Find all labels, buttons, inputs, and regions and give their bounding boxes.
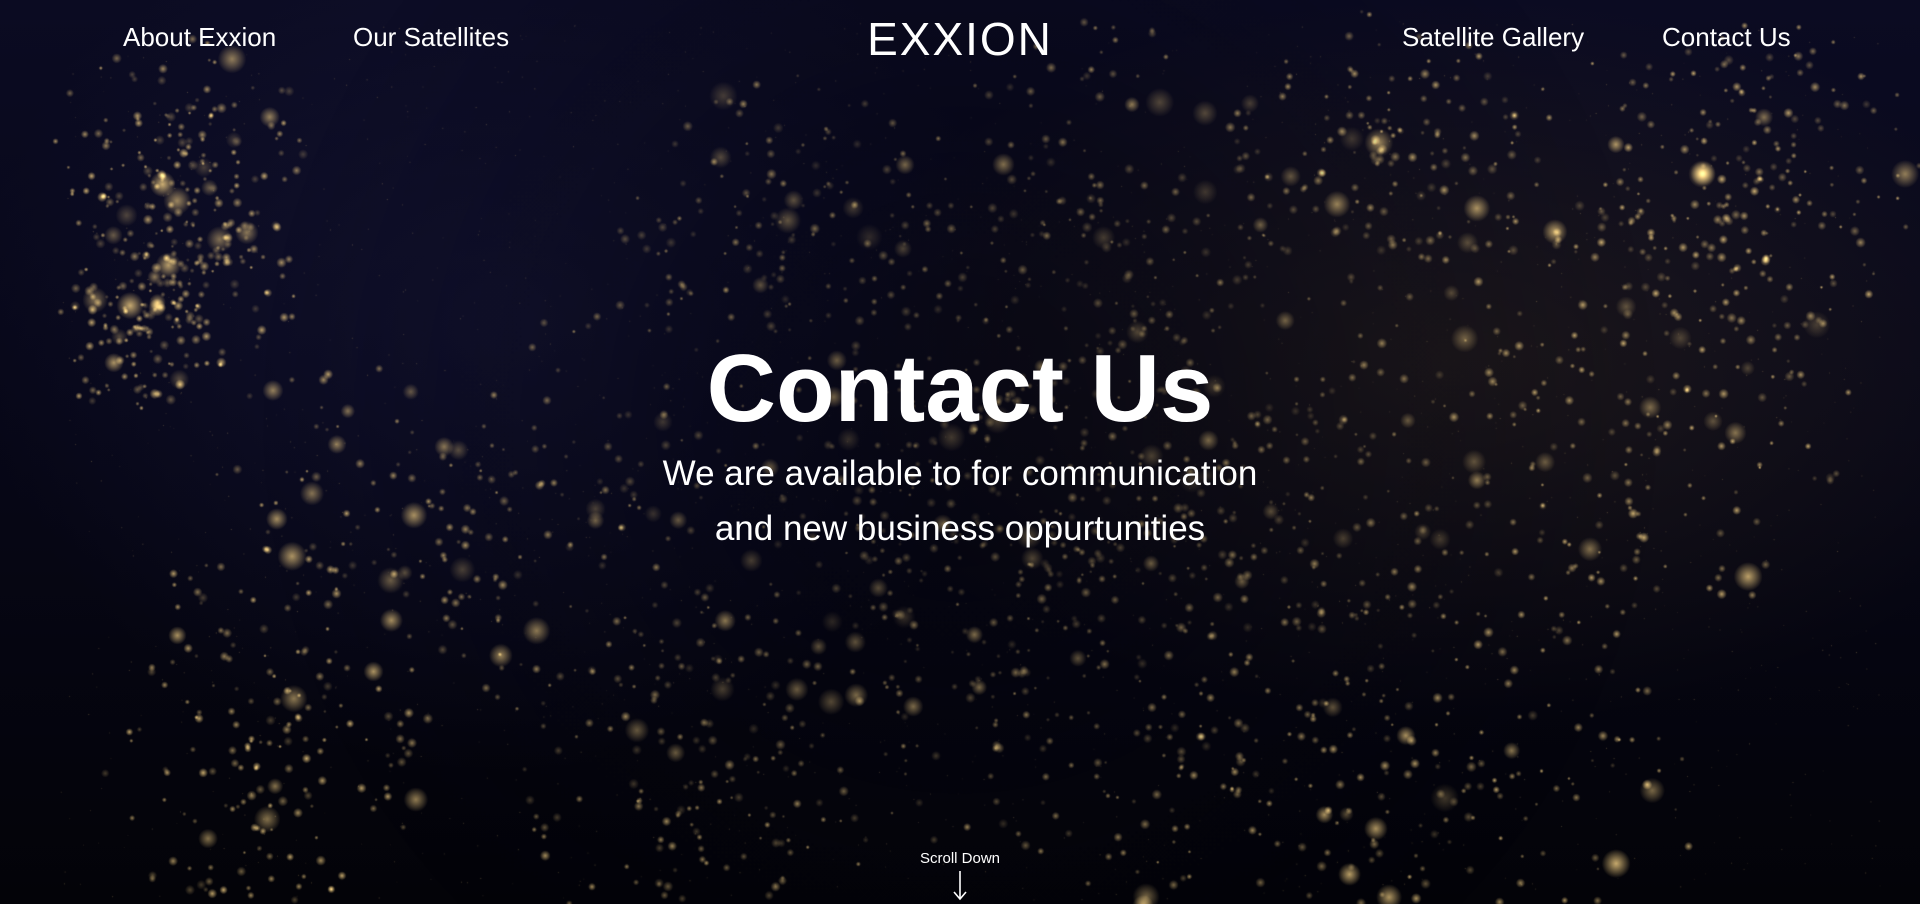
brand-logo[interactable]: EXXION [0, 12, 1920, 66]
brand-logo-text: EXXION [867, 13, 1053, 65]
page-subtitle-line-1: We are available to for communication [662, 454, 1258, 493]
hero-section: About Exxion Our Satellites EXXION Satel… [0, 0, 1920, 904]
nav-link-satellite-gallery[interactable]: Satellite Gallery [1402, 22, 1584, 53]
page-title: Contact Us [706, 335, 1214, 442]
page-subtitle-line-2: and new business oppurtunities [714, 509, 1206, 548]
nav-link-contact-us[interactable]: Contact Us [1662, 22, 1791, 53]
page-subtitle: We are available to for communication an… [0, 446, 1920, 556]
scroll-down-label[interactable]: Scroll Down [0, 850, 1920, 867]
arrow-down-icon[interactable] [948, 868, 972, 902]
